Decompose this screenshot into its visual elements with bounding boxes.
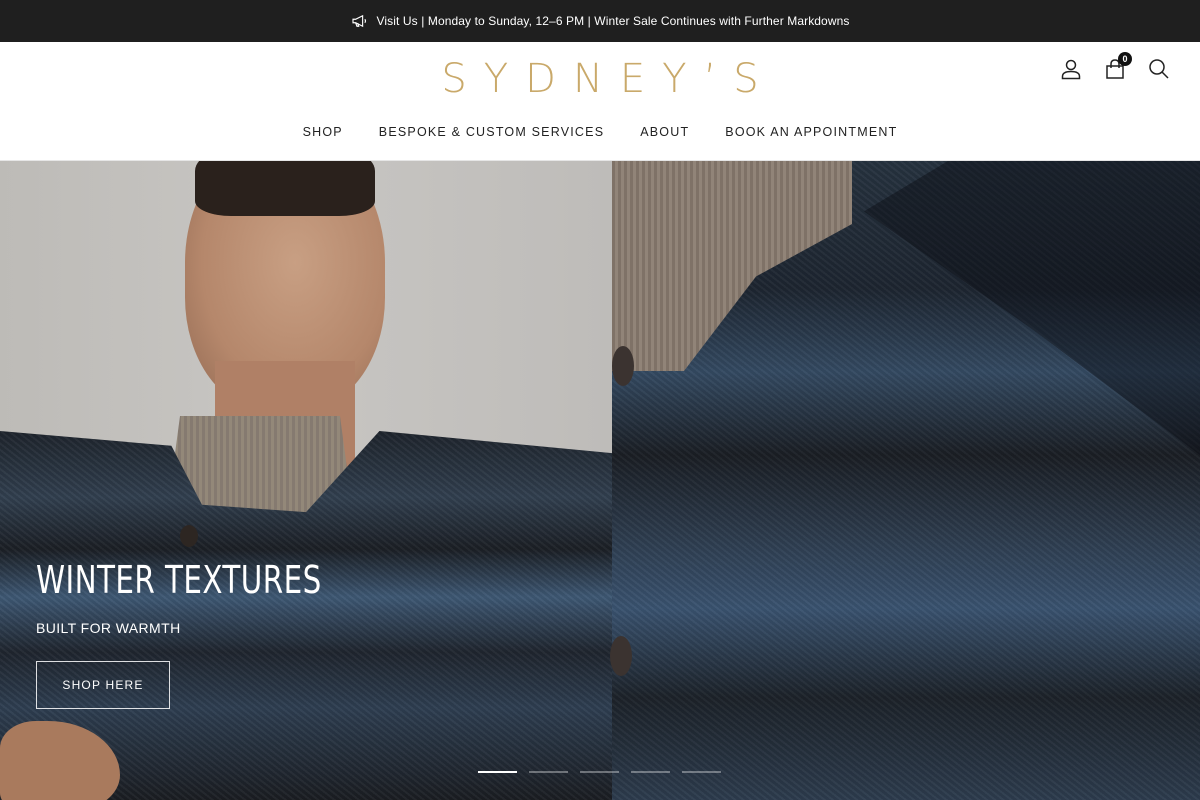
hero-model-hair bbox=[195, 161, 375, 216]
slider-dot-2[interactable] bbox=[529, 771, 568, 773]
nav-item-about[interactable]: ABOUT bbox=[640, 123, 689, 141]
site-header: SYDNEY’S 0 SHOP BESPOKE & CUSTOM SERVICE… bbox=[0, 42, 1200, 161]
cart-icon[interactable]: 0 bbox=[1104, 52, 1132, 80]
hero-closeup-button-bottom bbox=[610, 636, 632, 676]
nav-item-bespoke-custom-services[interactable]: BESPOKE & CUSTOM SERVICES bbox=[379, 123, 604, 141]
nav-item-shop[interactable]: SHOP bbox=[303, 123, 343, 141]
header-icons: 0 bbox=[1060, 52, 1170, 80]
main-nav: SHOP BESPOKE & CUSTOM SERVICES ABOUT BOO… bbox=[0, 123, 1200, 141]
nav-item-book-appointment[interactable]: BOOK AN APPOINTMENT bbox=[725, 123, 897, 141]
account-icon[interactable] bbox=[1060, 58, 1082, 80]
hero-subtitle: BUILT FOR WARMTH bbox=[36, 620, 181, 636]
search-icon[interactable] bbox=[1148, 58, 1170, 80]
slider-dot-3[interactable] bbox=[580, 771, 619, 773]
hero-slider: WINTER TEXTURES BUILT FOR WARMTH SHOP HE… bbox=[0, 161, 1200, 800]
hero-title: WINTER TEXTURES bbox=[36, 558, 322, 602]
hero-closeup-button-top bbox=[612, 346, 634, 386]
shop-here-button[interactable]: SHOP HERE bbox=[36, 661, 170, 709]
site-logo[interactable]: SYDNEY’S bbox=[0, 56, 1200, 102]
hero-jacket-button bbox=[180, 525, 198, 547]
slider-dot-1[interactable] bbox=[478, 771, 517, 773]
cart-count-badge: 0 bbox=[1118, 52, 1132, 66]
slider-dot-5[interactable] bbox=[682, 771, 721, 773]
announcement-bar: Visit Us | Monday to Sunday, 12–6 PM | W… bbox=[0, 0, 1200, 42]
slider-dot-4[interactable] bbox=[631, 771, 670, 773]
megaphone-icon bbox=[351, 14, 366, 28]
slider-dots bbox=[478, 771, 721, 773]
announcement-text: Visit Us | Monday to Sunday, 12–6 PM | W… bbox=[376, 14, 850, 28]
